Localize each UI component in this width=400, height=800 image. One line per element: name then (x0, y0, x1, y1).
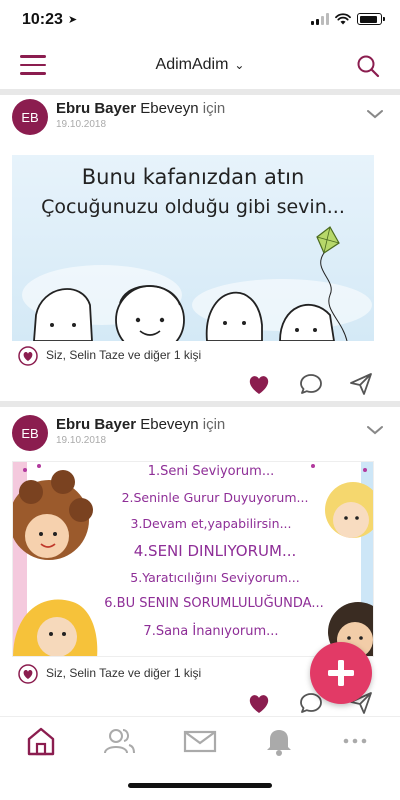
heart-badge-icon (18, 664, 38, 684)
post-audience: Ebeveyn (140, 100, 199, 117)
post-image[interactable]: 1.Seni Seviyorum... 2.Seninle Gurur Duyu… (12, 461, 374, 657)
avatar[interactable]: EB (12, 99, 48, 135)
image-text-line: 5.Yaratıcılığını Seviyorum... (130, 570, 300, 585)
post-audience: Ebeveyn (140, 416, 199, 433)
add-post-button[interactable] (310, 642, 372, 704)
likes-text: Siz, Selin Taze ve diğer 1 kişi (46, 348, 202, 362)
mail-icon[interactable] (183, 725, 217, 757)
feed-selector[interactable]: AdimAdim ⌄ (0, 56, 400, 74)
home-icon[interactable] (24, 725, 58, 757)
post-for-word: için (202, 416, 226, 433)
status-bar: 10:23 ➤ (0, 0, 400, 44)
post-author[interactable]: Ebru Bayer (56, 416, 136, 433)
tab-bar (0, 716, 400, 766)
share-icon[interactable] (348, 371, 374, 397)
status-time: 10:23 (22, 11, 63, 28)
post-author[interactable]: Ebru Bayer (56, 100, 136, 117)
bell-icon[interactable] (262, 725, 296, 757)
post-header: Ebru Bayer Ebeveyn için (56, 100, 225, 117)
heart-icon[interactable] (246, 371, 272, 397)
location-arrow-icon: ➤ (68, 14, 78, 26)
comment-icon[interactable] (298, 371, 324, 397)
post-card: EB Ebru Bayer Ebeveyn için 19.10.2018 (0, 95, 400, 400)
likes-row[interactable]: Siz, Selin Taze ve diğer 1 kişi (0, 344, 400, 368)
likes-text: Siz, Selin Taze ve diğer 1 kişi (46, 666, 202, 680)
image-text-line: 7.Sana İnanıyorum... (143, 624, 279, 639)
nav-title: AdimAdim (155, 56, 229, 73)
chevron-down-icon: ⌄ (234, 58, 245, 72)
post-actions (0, 371, 400, 401)
image-text-line: Bunu kafanızdan atın (81, 165, 305, 189)
image-text-line: 3.Devam et,yapabilirsin... (130, 516, 292, 531)
image-text-line: 4.SENI DINLIYORUM... (133, 542, 297, 560)
post-date: 19.10.2018 (56, 119, 107, 130)
image-text-line: 6.BU SENIN SORUMLULUĞUNDA... (104, 596, 324, 611)
image-text-line: 1.Seni Seviyorum... (147, 464, 275, 479)
battery-icon (357, 13, 385, 25)
chevron-down-icon[interactable] (366, 424, 384, 436)
wifi-icon (335, 13, 351, 25)
heart-badge-icon (18, 346, 38, 366)
chevron-down-icon[interactable] (366, 108, 384, 120)
heart-icon[interactable] (246, 690, 272, 716)
post-header: Ebru Bayer Ebeveyn için (56, 416, 225, 433)
top-nav: AdimAdim ⌄ (0, 44, 400, 88)
image-text-line: Çocuğunuzu olduğu gibi sevin... (41, 196, 345, 218)
signal-icon (311, 13, 329, 25)
plus-icon (328, 660, 354, 686)
home-indicator (128, 783, 272, 788)
status-icons (311, 13, 385, 25)
post-date: 19.10.2018 (56, 435, 107, 446)
image-text-line: 2.Seninle Gurur Duyuyorum... (121, 490, 309, 505)
avatar[interactable]: EB (12, 415, 48, 451)
search-icon[interactable] (356, 54, 380, 78)
post-image[interactable]: Bunu kafanızdan atın Çocuğunuzu olduğu g… (12, 155, 374, 341)
people-icon[interactable] (102, 725, 136, 757)
post-for-word: için (202, 100, 226, 117)
more-icon[interactable] (338, 725, 372, 757)
